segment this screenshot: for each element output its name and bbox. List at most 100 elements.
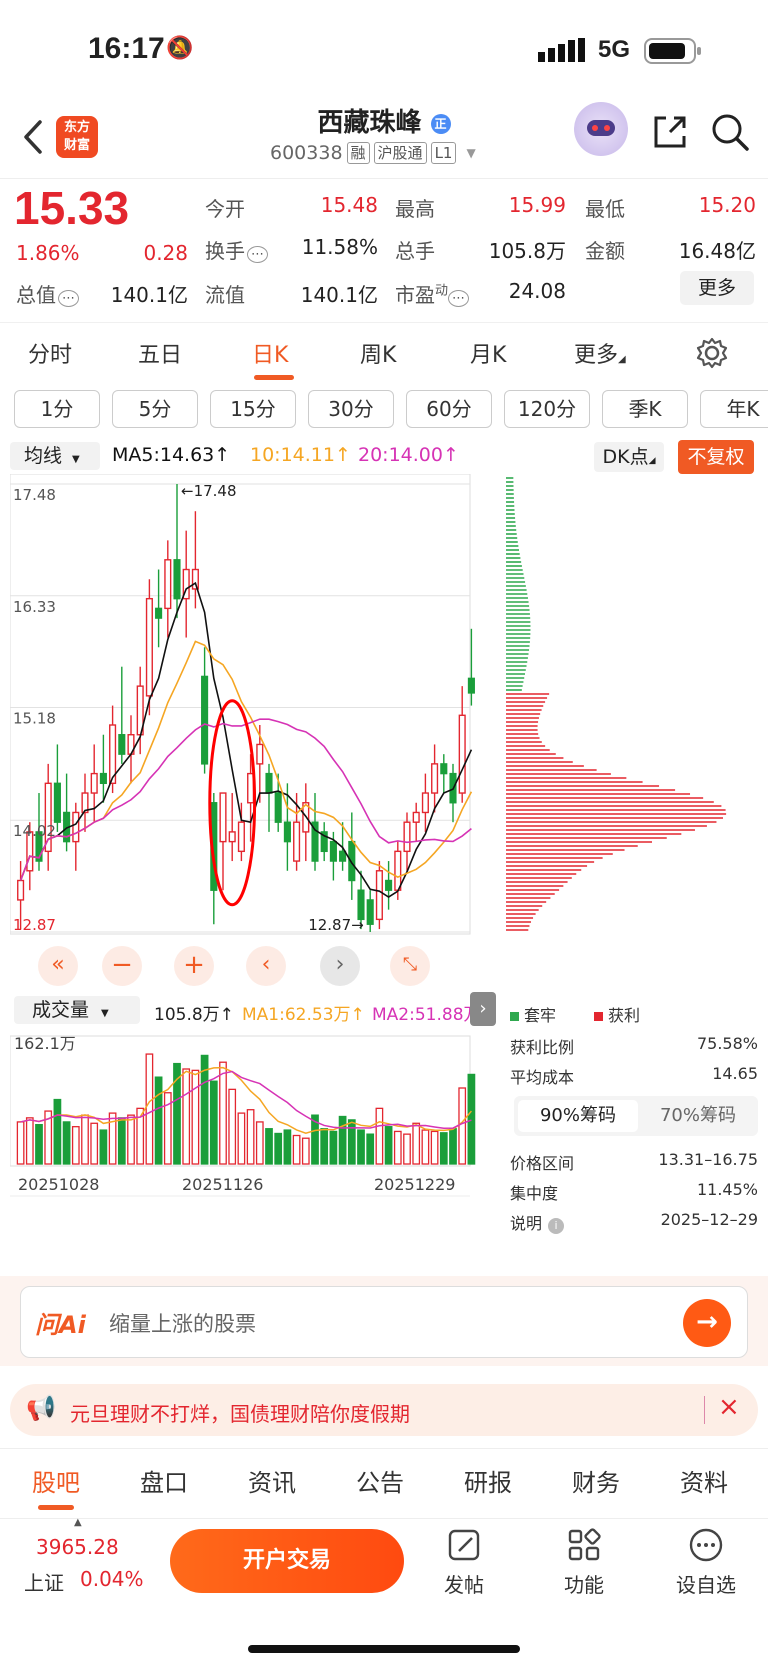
volume-bar xyxy=(237,1112,246,1165)
volume-ma2: MA2:51.88万 xyxy=(372,1005,481,1025)
y-tick-label: 16.33 xyxy=(13,598,56,616)
low-value: 15.20 xyxy=(698,193,756,217)
period-60min[interactable]: 60分 xyxy=(406,390,492,428)
tag-margin: 融 xyxy=(346,142,370,164)
tab-guba[interactable]: 股吧 xyxy=(32,1463,80,1498)
period-quarter[interactable]: 季K xyxy=(602,390,688,428)
volume-bar xyxy=(347,1119,356,1165)
active-tab-indicator xyxy=(254,375,294,380)
candle-body xyxy=(339,850,347,862)
add-watchlist-button[interactable]: 设自选 xyxy=(666,1527,746,1598)
avg-cost-label: 平均成本 xyxy=(510,1068,575,1087)
volume-panel-next-button[interactable]: › xyxy=(470,992,496,1026)
index-name[interactable]: 上证 xyxy=(24,1567,64,1596)
edit-icon xyxy=(448,1529,480,1561)
tab-weekly-k[interactable]: 周K xyxy=(360,337,396,369)
volume-bar xyxy=(393,1130,402,1165)
kline-svg[interactable]: 17.48 16.33 15.18 14.02 12.87 ←17.48 12.87→ 202… xyxy=(10,474,500,1274)
open-account-button[interactable]: 开户交易 xyxy=(170,1529,404,1593)
volume-bar xyxy=(182,1068,191,1165)
mktcap-value: 140.1亿 xyxy=(110,283,188,307)
scroll-left-button[interactable]: ‹ xyxy=(246,946,286,986)
signal-icon xyxy=(538,38,585,62)
ai-placeholder[interactable]: 缩量上涨的股票 xyxy=(109,1308,256,1338)
volume-bar xyxy=(90,1122,99,1165)
search-icon[interactable] xyxy=(710,112,750,152)
more-dots-icon xyxy=(689,1528,723,1562)
volume-bar xyxy=(292,1134,301,1165)
tab-five-day[interactable]: 五日 xyxy=(138,337,182,369)
kline-chart[interactable]: 17.48 16.33 15.18 14.02 12.87 ←17.48 12.87→ 202… xyxy=(10,474,500,1274)
ai-go-arrow-icon[interactable]: → xyxy=(683,1299,731,1347)
candle-body xyxy=(173,559,181,600)
float-value: 140.1亿 xyxy=(300,283,378,307)
zoom-reset-button[interactable]: « xyxy=(38,946,78,986)
chip-histogram xyxy=(506,477,727,931)
banner-text[interactable]: 元旦理财不打烊，国债理财陪你度假期 xyxy=(70,1398,410,1427)
tab-profile[interactable]: 资料 xyxy=(680,1463,728,1498)
volume-value: 105.8万 xyxy=(488,239,566,263)
ma-selector[interactable]: 均线 ▼ xyxy=(10,442,100,470)
volume-bar xyxy=(145,1053,154,1165)
dk-point-button[interactable]: DK点◢ xyxy=(594,442,664,472)
volume-bar xyxy=(458,1087,467,1165)
candle-body xyxy=(53,782,61,823)
zoom-out-button[interactable]: − xyxy=(102,946,142,986)
period-5min[interactable]: 5分 xyxy=(112,390,198,428)
pe-value: 24.08 xyxy=(508,279,566,303)
candle-body xyxy=(274,792,282,823)
volume-bar xyxy=(127,1114,135,1165)
turnover-label: 换手 ⋯ xyxy=(205,235,268,264)
share-icon[interactable] xyxy=(650,112,690,152)
tag-level: L1 xyxy=(430,142,457,164)
candle-body xyxy=(403,821,411,853)
chip-70-button[interactable]: 70%筹码 xyxy=(638,1100,758,1132)
settings-gear-icon[interactable] xyxy=(696,337,728,369)
period-15min[interactable]: 15分 xyxy=(210,390,296,428)
tab-monthly-k[interactable]: 月K xyxy=(470,337,506,369)
battery-icon xyxy=(644,38,701,64)
grid-icon xyxy=(568,1528,601,1561)
adjust-button[interactable]: 不复权 xyxy=(678,440,754,474)
zoom-in-button[interactable]: + xyxy=(174,946,214,986)
tab-intraday[interactable]: 分时 xyxy=(28,337,72,369)
info-icon[interactable]: ⋯ xyxy=(448,290,470,307)
period-year[interactable]: 年K xyxy=(700,390,768,428)
candle-body xyxy=(385,879,393,891)
verified-icon: 正 xyxy=(430,113,451,134)
period-120min[interactable]: 120分 xyxy=(504,390,590,428)
promo-banner[interactable]: 📢 元旦理财不打烊，国债理财陪你度假期 × xyxy=(10,1384,758,1436)
active-tab-indicator xyxy=(38,1505,74,1510)
index-value[interactable]: 3965.28 xyxy=(36,1535,119,1559)
volume-selector[interactable]: 成交量 ▼ xyxy=(14,996,140,1024)
x-tick-label: 20251028 xyxy=(18,1175,99,1194)
index-pct[interactable]: 0.04% xyxy=(80,1567,144,1591)
more-button[interactable]: 更多 xyxy=(680,271,754,305)
assistant-avatar-icon[interactable] xyxy=(574,102,628,156)
candle-body xyxy=(228,831,236,843)
scroll-right-button[interactable]: › xyxy=(320,946,360,986)
dropdown-icon[interactable]: ▼ xyxy=(466,146,475,160)
tab-research[interactable]: 研报 xyxy=(464,1463,512,1498)
tab-announcements[interactable]: 公告 xyxy=(356,1463,404,1498)
tab-finance[interactable]: 财务 xyxy=(572,1463,620,1498)
info-icon[interactable]: ⋯ xyxy=(247,246,268,263)
tab-daily-k[interactable]: 日K xyxy=(252,337,288,369)
tab-news[interactable]: 资讯 xyxy=(248,1463,296,1498)
info-icon[interactable]: ⋯ xyxy=(58,290,79,307)
banner-divider xyxy=(704,1396,705,1424)
chip-90-button[interactable]: 90%筹码 xyxy=(518,1100,638,1132)
function-button[interactable]: 功能 xyxy=(544,1527,624,1598)
post-button[interactable]: 发帖 xyxy=(424,1527,504,1598)
fullscreen-button[interactable]: ⤡ xyxy=(390,946,430,986)
volume-current: 105.8万↑ xyxy=(154,1005,234,1025)
period-30min[interactable]: 30分 xyxy=(308,390,394,428)
tab-more[interactable]: 更多◢ xyxy=(574,337,626,369)
tab-pankou[interactable]: 盘口 xyxy=(140,1463,188,1498)
ai-search-box[interactable]: 问Ai 缩量上涨的股票 → xyxy=(20,1286,748,1358)
info-icon[interactable]: i xyxy=(548,1218,565,1234)
y-tick-label: 17.48 xyxy=(13,486,56,504)
period-1min[interactable]: 1分 xyxy=(14,390,100,428)
close-icon[interactable]: × xyxy=(718,1392,740,1422)
bottom-action-bar: ▲ 3965.28 上证 0.04% 开户交易 发帖 功能 设自选 xyxy=(0,1517,768,1666)
